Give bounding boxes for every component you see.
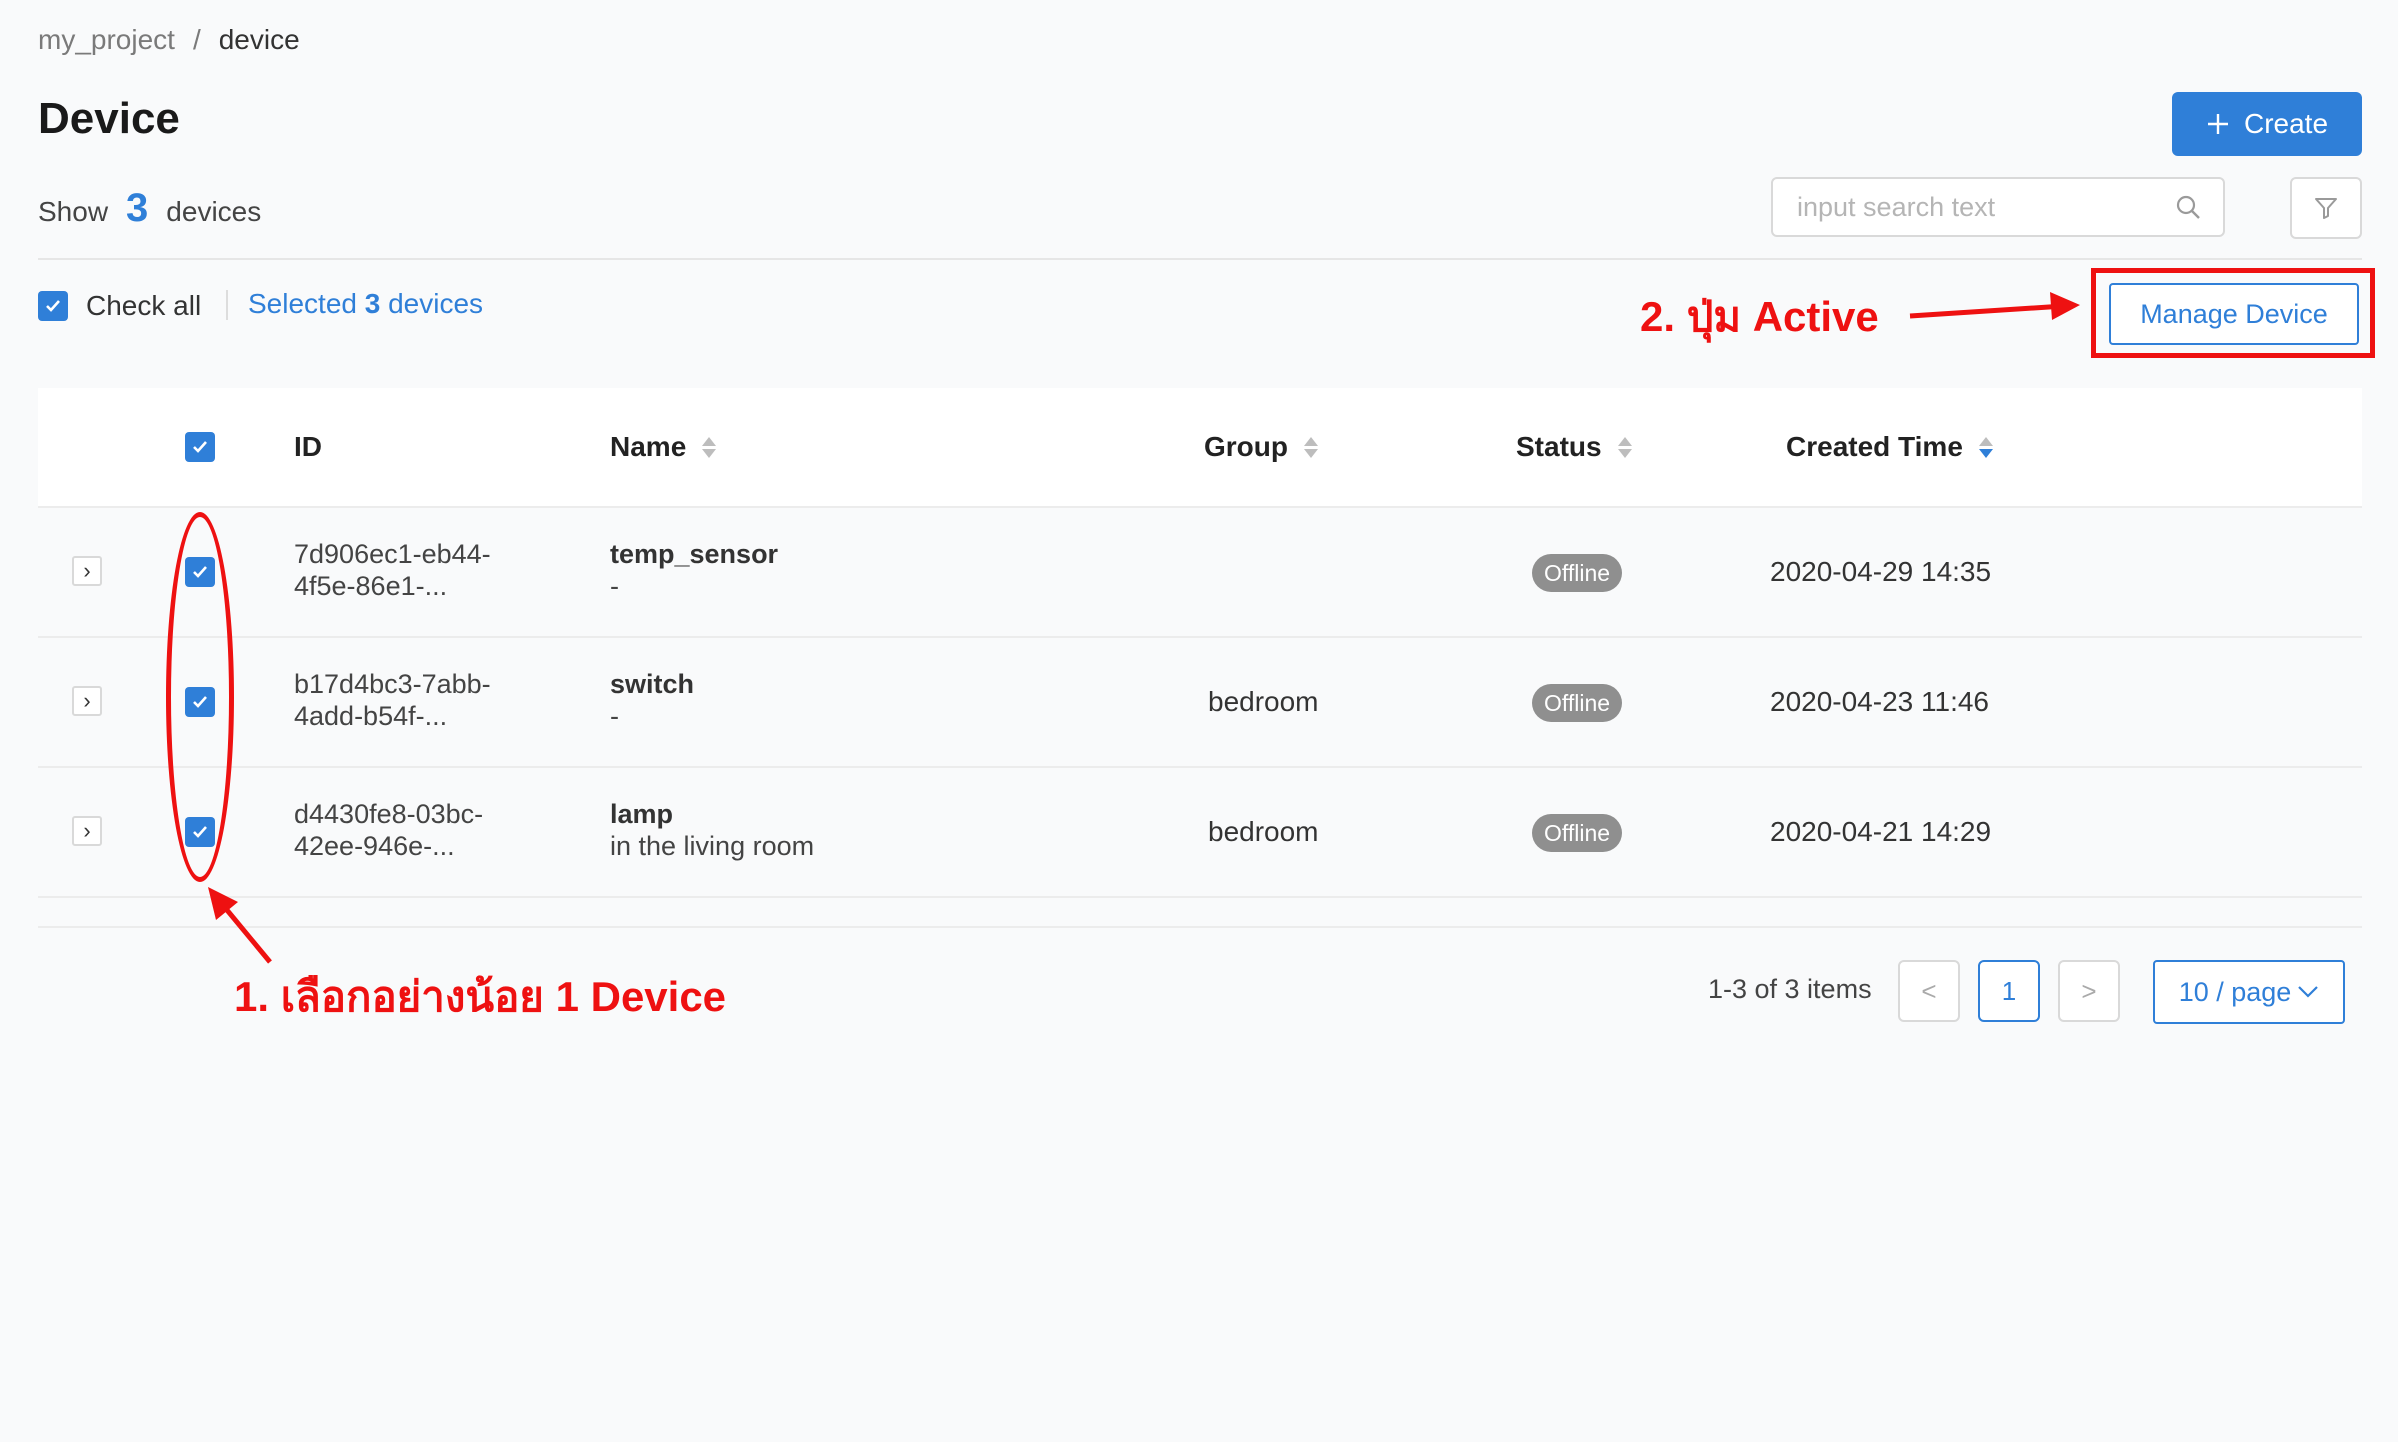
annotation-arrows [208,292,2080,964]
arrow-to-checkboxes [208,887,272,964]
arrow-to-manage-device [1909,292,2080,320]
